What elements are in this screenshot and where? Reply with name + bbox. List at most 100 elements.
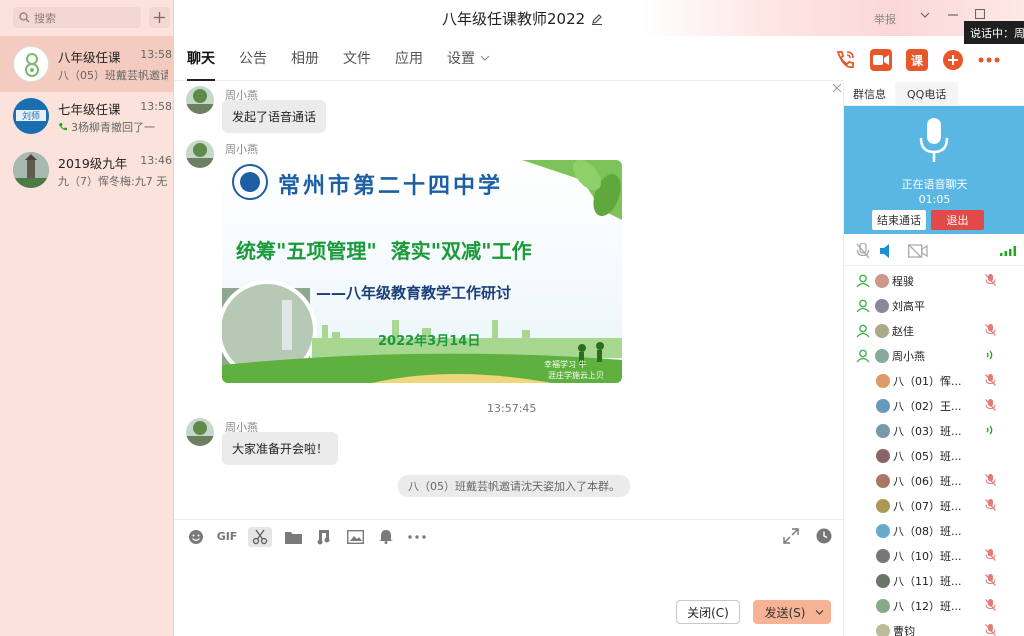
member-name: 八（08）班...	[893, 524, 962, 538]
conversation-time: 13:58	[140, 100, 172, 113]
microphone-icon	[919, 118, 949, 162]
avatar	[876, 523, 890, 538]
lesson-button[interactable]: 课	[906, 49, 928, 71]
signal-icon	[1000, 246, 1016, 256]
tab-chat[interactable]: 聊天	[187, 36, 215, 81]
member-row[interactable]: 八（11）班...	[844, 568, 1024, 593]
conversation-item[interactable]: 刘师 七年级任课 13:58 3杨柳青撤回了一	[0, 88, 174, 144]
message-list: 周小燕 发起了语音通话 周小燕 常州市第二十四中学 统筹"五项管理" 落实"双减…	[174, 82, 844, 519]
member-row[interactable]: 八（07）班...	[844, 493, 1024, 518]
avatar	[875, 323, 889, 338]
conversation-sidebar: 搜索 八年级任课 13:58 八（05）班戴芸帆邀请 刘师 七年级任课 13:5…	[0, 0, 174, 636]
speaking-icon	[986, 425, 993, 435]
folder-icon[interactable]	[283, 527, 303, 547]
avatar[interactable]	[186, 86, 214, 114]
tab-announcement[interactable]: 公告	[239, 36, 267, 81]
search-box[interactable]: 搜索	[13, 7, 141, 28]
member-row[interactable]: 程骏	[844, 268, 1024, 293]
mic-off-icon	[985, 324, 996, 336]
conversation-item[interactable]: 2019级九年 13:46 九（7）恽冬梅:九7 无	[0, 142, 174, 198]
avatar[interactable]	[186, 418, 214, 446]
tab-files[interactable]: 文件	[343, 36, 371, 81]
avatar	[876, 423, 890, 438]
voice-call-icon[interactable]	[834, 49, 856, 71]
edit-icon[interactable]	[591, 13, 603, 25]
history-clock-icon[interactable]	[816, 528, 832, 547]
user-icon	[856, 324, 870, 337]
conversation-preview-text: 3杨柳青撤回了一	[71, 121, 155, 134]
system-message: 八（05）班戴芸帆邀请沈天姿加入了本群。	[398, 475, 630, 497]
member-name: 八（01）恽...	[893, 374, 962, 388]
member-row[interactable]: 曹钧	[844, 618, 1024, 636]
member-row[interactable]: 八（08）班...	[844, 518, 1024, 543]
more-icon[interactable]	[978, 49, 1000, 71]
member-row[interactable]: 八（02）王...	[844, 393, 1024, 418]
send-button[interactable]: 发送(S)	[753, 600, 831, 624]
tab-group-info[interactable]: 群信息	[844, 82, 895, 106]
conversation-preview: 八（05）班戴芸帆邀请	[58, 69, 168, 82]
emoji-icon[interactable]	[186, 527, 206, 547]
speaker-icon[interactable]	[880, 244, 894, 258]
maximize-icon[interactable]	[974, 8, 986, 22]
member-row[interactable]: 八（01）恽...	[844, 368, 1024, 393]
mic-off-icon	[985, 599, 996, 611]
member-row[interactable]: 赵佳	[844, 318, 1024, 343]
avatar	[875, 273, 889, 288]
add-button[interactable]	[149, 7, 170, 28]
member-row[interactable]: 刘高平	[844, 293, 1024, 318]
tab-settings[interactable]: 设置	[447, 36, 490, 81]
member-name: 程骏	[892, 274, 914, 288]
qq-chat-window: 搜索 八年级任课 13:58 八（05）班戴芸帆邀请 刘师 七年级任课 13:5…	[0, 0, 1024, 636]
scissors-icon[interactable]	[248, 526, 272, 547]
user-icon	[856, 274, 870, 287]
end-call-button[interactable]: 结束通话	[872, 210, 926, 230]
speaking-icon	[986, 350, 993, 360]
chevron-down-icon[interactable]	[815, 608, 824, 617]
close-icon[interactable]	[833, 84, 841, 92]
member-name: 八（11）班...	[893, 574, 962, 588]
avatar[interactable]	[186, 140, 214, 168]
message-bubble[interactable]: 发起了语音通话	[222, 100, 327, 133]
camera-off-icon[interactable]	[908, 244, 928, 258]
tab-album[interactable]: 相册	[291, 36, 319, 81]
chevron-down-icon[interactable]	[920, 9, 930, 23]
speaking-tooltip: 说话中：周	[964, 21, 1024, 44]
video-call-icon[interactable]	[870, 49, 892, 71]
bell-icon[interactable]	[376, 527, 396, 547]
minimize-icon[interactable]	[948, 8, 958, 22]
tab-qq-phone[interactable]: QQ电话	[895, 81, 959, 106]
side-tabs: 群信息 QQ电话	[844, 81, 1024, 106]
report-button[interactable]: 举报	[874, 11, 896, 27]
member-row[interactable]: 八（03）班...	[844, 418, 1024, 443]
member-row[interactable]: 八（12）班...	[844, 593, 1024, 618]
tab-apps[interactable]: 应用	[395, 36, 423, 81]
image-icon[interactable]	[345, 527, 365, 547]
chat-tabs: 聊天 公告 相册 文件 应用 设置	[174, 36, 844, 81]
mic-off-icon[interactable]	[856, 243, 870, 259]
window-title: 八年级任课教师2022	[442, 8, 603, 29]
close-button[interactable]: 关闭(C)	[676, 600, 740, 624]
exit-button[interactable]: 退出	[931, 210, 984, 230]
expand-icon[interactable]	[783, 528, 799, 547]
member-row[interactable]: 八（05）班...	[844, 443, 1024, 468]
poster-image[interactable]: 常州市第二十四中学 统筹"五项管理" 落实"双减"工作 ——八年级教育教学工作研…	[222, 160, 622, 383]
gif-icon[interactable]: GIF	[217, 527, 238, 547]
sender-name: 周小燕	[225, 143, 258, 156]
music-icon[interactable]	[314, 527, 334, 547]
chevron-down-icon	[480, 55, 490, 61]
avatar	[876, 498, 890, 513]
more-icon[interactable]	[407, 527, 427, 547]
add-circle-icon[interactable]	[942, 49, 964, 71]
user-icon	[856, 349, 870, 362]
user-icon	[856, 299, 870, 312]
message-bubble[interactable]: 大家准备开会啦！	[222, 432, 339, 465]
conversation-item[interactable]: 八年级任课 13:58 八（05）班戴芸帆邀请	[0, 36, 174, 92]
poster-corner-text: 幸福学习 牛	[544, 360, 587, 369]
avatar	[876, 623, 890, 636]
member-row[interactable]: 周小燕	[844, 343, 1024, 368]
member-row[interactable]: 八（10）班...	[844, 543, 1024, 568]
avatar	[876, 598, 890, 613]
phone-icon	[59, 123, 67, 131]
mic-off-icon	[985, 499, 996, 511]
member-row[interactable]: 八（06）班...	[844, 468, 1024, 493]
